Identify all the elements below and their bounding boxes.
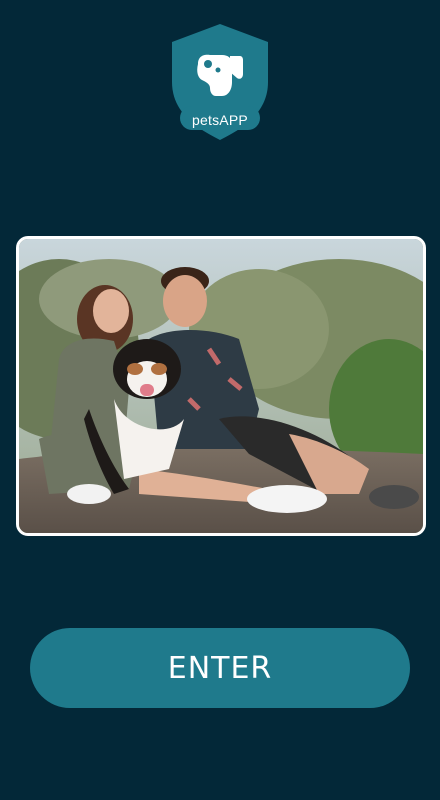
welcome-screen: petsAPP ENTER [0, 0, 440, 800]
enter-button[interactable]: ENTER [30, 628, 410, 708]
logo-text: petsAPP [192, 112, 248, 128]
app-logo: petsAPP [170, 24, 270, 140]
hero-photo [16, 236, 426, 536]
couple-with-dog-photo [19, 239, 423, 533]
